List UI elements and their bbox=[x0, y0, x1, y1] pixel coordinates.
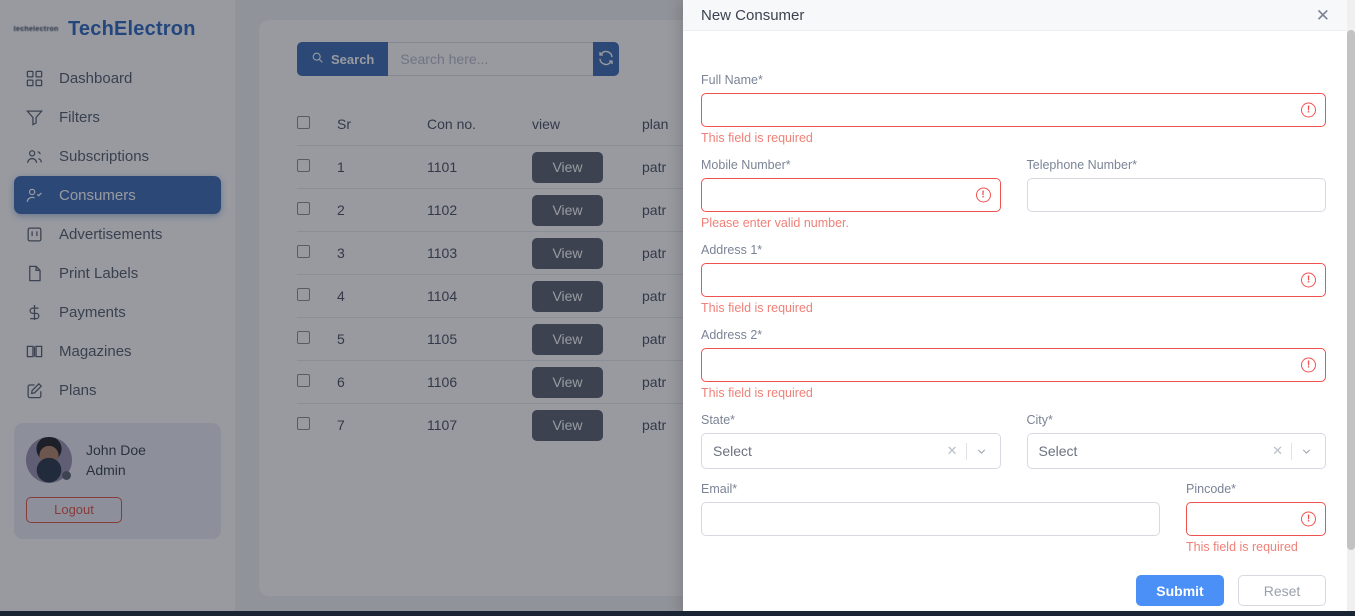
chevron-down-icon[interactable] bbox=[1292, 445, 1317, 458]
clear-icon[interactable]: ✕ bbox=[1264, 443, 1291, 459]
taskbar bbox=[0, 611, 1355, 616]
modal-body: Full Name* ! This field is required Mobi… bbox=[683, 31, 1348, 565]
email-input[interactable] bbox=[701, 502, 1160, 536]
telephone-label: Telephone Number* bbox=[1026, 158, 1138, 172]
error-icon: ! bbox=[1301, 272, 1316, 288]
city-select[interactable]: Select ✕ bbox=[1026, 433, 1326, 469]
pincode-label: Pincode* bbox=[1186, 482, 1237, 496]
full-name-wrap: ! bbox=[701, 93, 1326, 127]
address2-error: This field is required bbox=[701, 386, 813, 400]
state-select[interactable]: Select ✕ bbox=[701, 433, 1001, 469]
submit-button[interactable]: Submit bbox=[1136, 575, 1224, 606]
scrollbar-thumb[interactable] bbox=[1347, 30, 1355, 550]
chevron-down-icon[interactable] bbox=[967, 445, 992, 458]
app-root: techelectron TechElectron Dashboard Filt… bbox=[0, 0, 1355, 616]
field-group-city: City* Select ✕ bbox=[1026, 413, 1326, 469]
full-name-error: This field is required bbox=[701, 131, 813, 145]
modal-title: New Consumer bbox=[701, 6, 805, 24]
full-name-input[interactable] bbox=[701, 93, 1326, 127]
field-group-address1: Address 1* ! This field is required bbox=[701, 243, 1326, 315]
email-label: Email* bbox=[701, 482, 738, 496]
row-mobile-telephone: Mobile Number* ! Please enter valid numb… bbox=[701, 158, 1326, 230]
page-scrollbar[interactable] bbox=[1347, 0, 1355, 616]
error-icon: ! bbox=[1301, 511, 1316, 527]
mobile-error: Please enter valid number. bbox=[701, 216, 850, 230]
field-group-telephone: Telephone Number* bbox=[1026, 158, 1326, 230]
mobile-wrap: ! bbox=[701, 178, 1001, 212]
address1-wrap: ! bbox=[701, 263, 1326, 297]
field-group-mobile: Mobile Number* ! Please enter valid numb… bbox=[701, 158, 1001, 230]
telephone-wrap bbox=[1026, 178, 1326, 212]
reset-button[interactable]: Reset bbox=[1238, 575, 1326, 606]
modal-footer: Submit Reset bbox=[683, 565, 1348, 616]
city-label: City* bbox=[1026, 413, 1053, 427]
row-state-city: State* Select ✕ City* Select ✕ bbox=[701, 413, 1326, 469]
mobile-input[interactable] bbox=[701, 178, 1001, 212]
address2-label: Address 2* bbox=[701, 328, 763, 342]
field-group-email: Email* bbox=[701, 482, 1160, 536]
mobile-label: Mobile Number* bbox=[701, 158, 791, 172]
city-select-value: Select bbox=[1038, 443, 1078, 459]
address1-input[interactable] bbox=[701, 263, 1326, 297]
field-group-pincode: Pincode* ! This field is required bbox=[1186, 482, 1326, 554]
state-label: State* bbox=[701, 413, 736, 427]
field-group-full-name: Full Name* ! This field is required bbox=[701, 73, 1326, 145]
address2-input[interactable] bbox=[701, 348, 1326, 382]
pincode-error: This field is required bbox=[1186, 540, 1298, 554]
new-consumer-modal: New Consumer ✕ Full Name* ! This field i… bbox=[683, 0, 1348, 616]
full-name-label: Full Name* bbox=[701, 73, 763, 87]
field-group-address2: Address 2* ! This field is required bbox=[701, 328, 1326, 400]
state-select-value: Select bbox=[713, 443, 752, 459]
modal-header: New Consumer ✕ bbox=[683, 0, 1348, 31]
error-icon: ! bbox=[1301, 102, 1316, 118]
email-wrap bbox=[701, 502, 1160, 536]
clear-icon[interactable]: ✕ bbox=[939, 443, 966, 459]
field-group-state: State* Select ✕ bbox=[701, 413, 1001, 469]
row-email-pincode: Email* Pincode* ! This field is required bbox=[701, 482, 1326, 554]
address2-wrap: ! bbox=[701, 348, 1326, 382]
telephone-input[interactable] bbox=[1026, 178, 1326, 212]
address1-error: This field is required bbox=[701, 301, 813, 315]
error-icon: ! bbox=[1301, 357, 1316, 373]
pincode-wrap: ! bbox=[1186, 502, 1326, 536]
error-icon: ! bbox=[975, 187, 991, 203]
close-icon[interactable]: ✕ bbox=[1312, 5, 1334, 26]
address1-label: Address 1* bbox=[701, 243, 763, 257]
